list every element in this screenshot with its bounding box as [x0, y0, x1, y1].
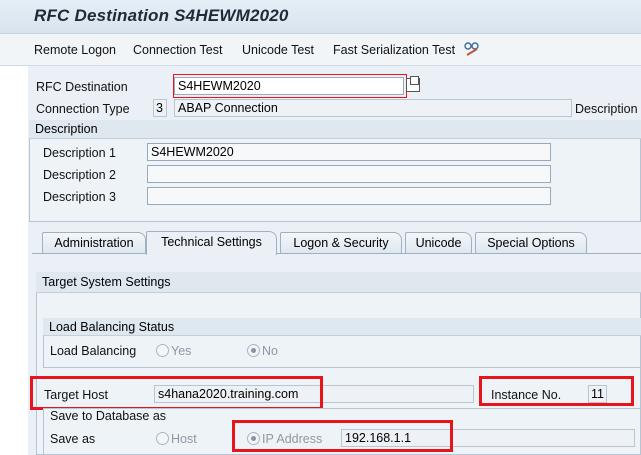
- glasses-icon[interactable]: [463, 41, 481, 57]
- tab-special-options[interactable]: Special Options: [475, 232, 587, 254]
- remote-logon-button[interactable]: Remote Logon: [34, 43, 116, 57]
- tab-administration[interactable]: Administration: [42, 232, 146, 254]
- connection-type-label: Connection Type: [36, 102, 130, 116]
- description-3-field[interactable]: [147, 187, 551, 205]
- description-1-field[interactable]: S4HEWM2020: [147, 143, 551, 161]
- load-balancing-yes-radio[interactable]: [156, 344, 169, 357]
- load-balancing-label: Load Balancing: [50, 344, 137, 358]
- save-database-title: Save to Database as: [50, 409, 167, 423]
- save-as-label: Save as: [50, 432, 96, 446]
- connection-test-button[interactable]: Connection Test: [133, 43, 222, 57]
- tab-technical-settings[interactable]: Technical Settings: [146, 231, 277, 255]
- rfc-destination-focus: [173, 74, 407, 98]
- description-2-field[interactable]: [147, 165, 551, 183]
- description-2-label: Description 2: [43, 168, 116, 182]
- rfc-destination-label: RFC Destination: [36, 80, 128, 94]
- load-balancing-yes-label: Yes: [171, 344, 192, 358]
- instance-no-highlight: [479, 376, 634, 406]
- target-system-title: Target System Settings: [36, 272, 641, 293]
- save-host-radio[interactable]: [156, 432, 169, 445]
- description-3-label: Description 3: [43, 190, 116, 204]
- load-balancing-no-label: No: [262, 344, 278, 358]
- tab-logon-security[interactable]: Logon & Security: [280, 232, 402, 254]
- fast-serialization-test-button[interactable]: Fast Serialization Test: [333, 43, 455, 57]
- load-balancing-title: Load Balancing Status: [43, 318, 641, 336]
- description-1-label: Description 1: [43, 146, 116, 160]
- description-section-title: Description: [29, 120, 641, 139]
- target-host-highlight: [30, 376, 323, 410]
- load-balancing-no-radio[interactable]: [247, 344, 260, 357]
- tab-unicode[interactable]: Unicode: [405, 232, 472, 254]
- connection-type-code: 3: [153, 99, 167, 117]
- connection-type-field: ABAP Connection: [174, 99, 572, 117]
- window-title: RFC Destination S4HEWM2020: [34, 6, 289, 25]
- copy-icon[interactable]: [406, 76, 420, 92]
- ip-address-highlight: [232, 420, 453, 452]
- unicode-test-button[interactable]: Unicode Test: [242, 43, 314, 57]
- save-host-label: Host: [171, 432, 197, 446]
- description-header-label: Description: [575, 102, 638, 116]
